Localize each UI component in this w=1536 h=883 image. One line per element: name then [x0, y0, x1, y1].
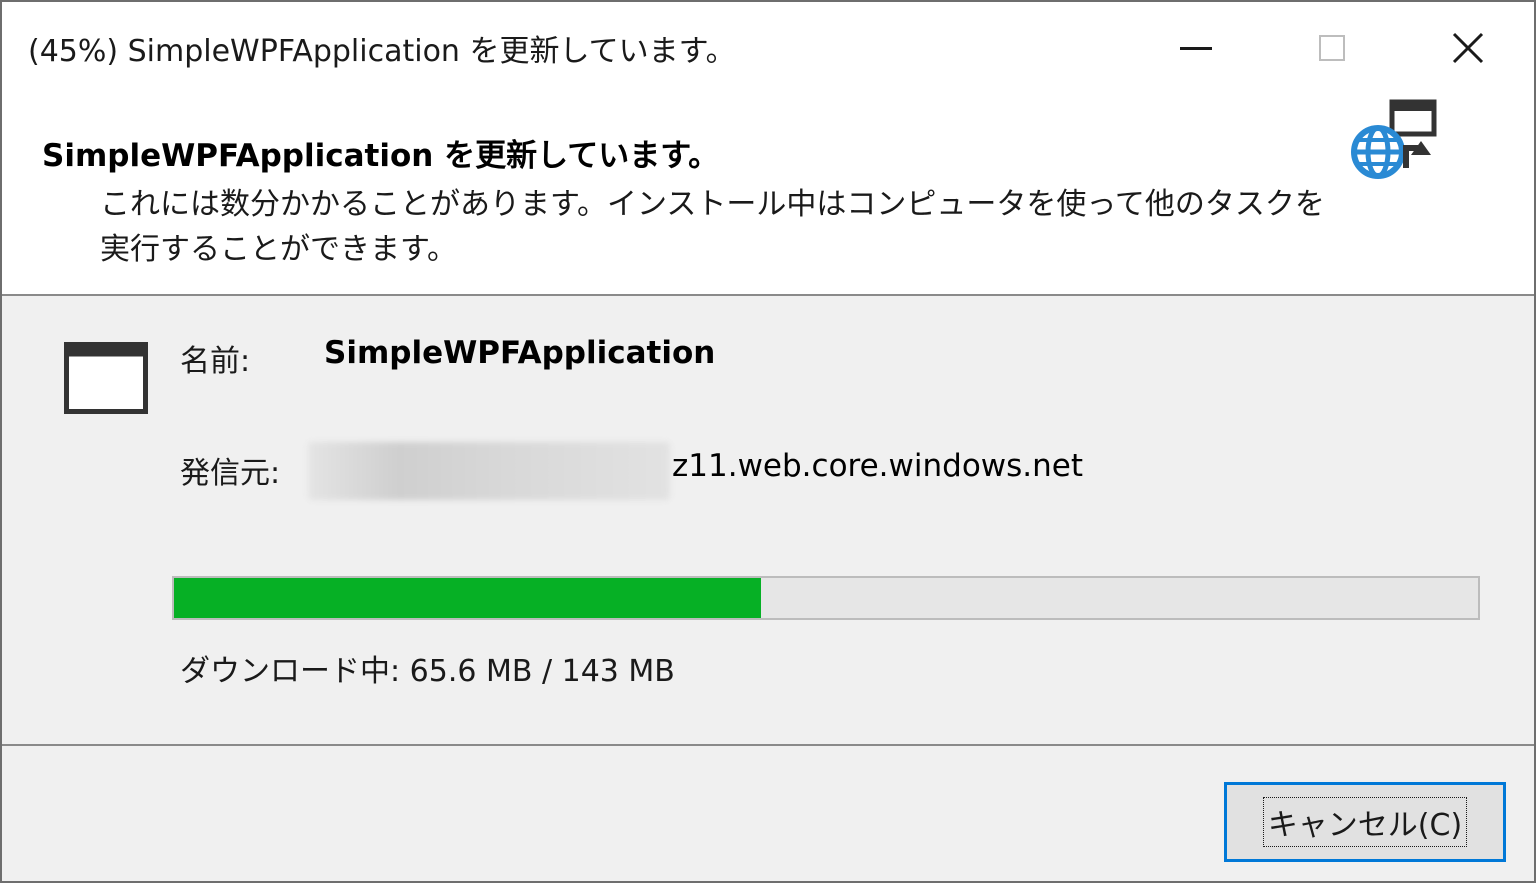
cancel-button-label: キャンセル(C) [1262, 797, 1468, 847]
globe-update-icon [1351, 99, 1437, 179]
name-label: 名前: [180, 344, 251, 379]
header-description: これには数分かかることがあります。インストール中はコンピュータを使って他のタスク… [100, 187, 1325, 267]
application-window-icon [64, 342, 148, 414]
title-bar[interactable]: (45%) SimpleWPFApplication を更新しています。 [2, 2, 1534, 94]
cancel-button[interactable]: キャンセル(C) [1224, 782, 1506, 862]
close-button[interactable] [1400, 2, 1534, 94]
minimize-button[interactable] [1128, 2, 1264, 94]
maximize-button [1264, 2, 1400, 94]
redacted-host-prefix [308, 442, 670, 500]
window-title: (45%) SimpleWPFApplication を更新しています。 [28, 34, 736, 69]
header-title: SimpleWPFApplication を更新しています。 [42, 138, 720, 174]
dialog-body: 名前: SimpleWPFApplication 発信元: z11.web.co… [2, 296, 1534, 746]
download-progress-bar [172, 576, 1480, 620]
maximize-icon [1319, 35, 1345, 61]
progress-fill [174, 578, 761, 618]
from-value: z11.web.core.windows.net [672, 448, 1084, 484]
dialog-footer: キャンセル(C) [2, 746, 1534, 881]
minimize-icon [1180, 46, 1212, 50]
close-icon [1452, 32, 1484, 64]
clickonce-update-dialog: (45%) SimpleWPFApplication を更新しています。 Sim… [0, 0, 1536, 883]
dialog-header: SimpleWPFApplication を更新しています。 これには数分かかる… [2, 94, 1534, 296]
from-label: 発信元: [180, 456, 281, 491]
name-value: SimpleWPFApplication [324, 335, 716, 371]
download-status: ダウンロード中: 65.6 MB / 143 MB [180, 654, 675, 689]
